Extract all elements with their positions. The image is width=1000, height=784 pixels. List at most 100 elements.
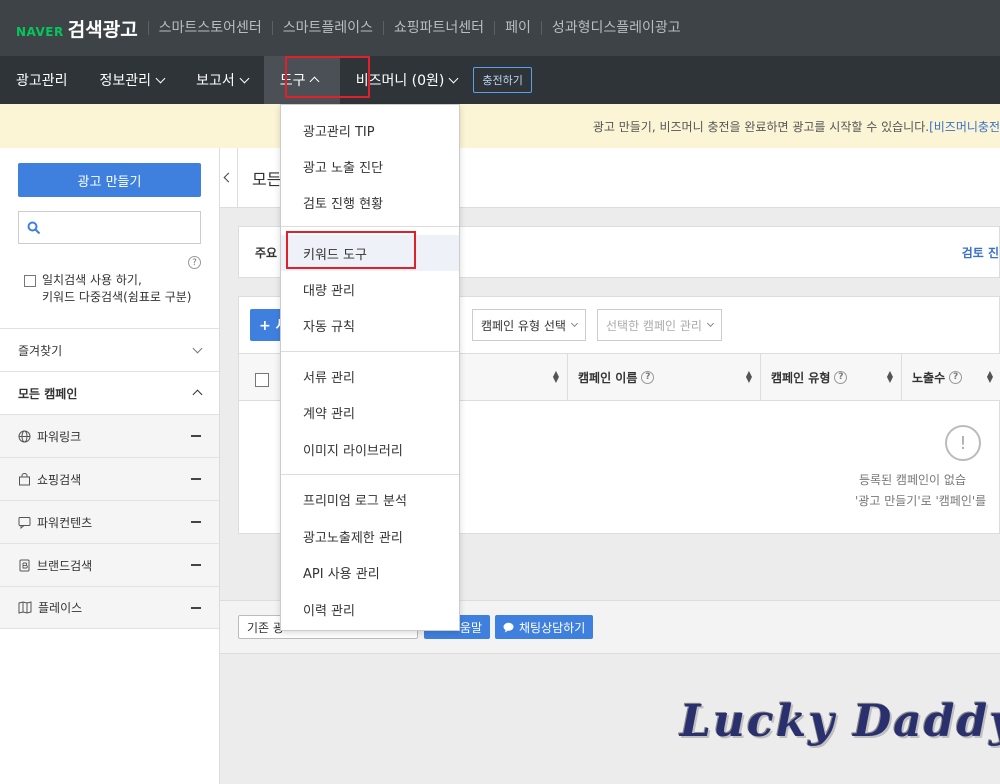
sidebar-item-label: 파워링크 [37,429,82,444]
campaign-type-select[interactable]: 캠페인 유형 선택 [472,309,586,341]
select-label: 캠페인 유형 선택 [481,318,566,333]
chevron-left-icon [223,172,234,183]
column-label: 노출수 [912,370,946,385]
top-link-display-ads[interactable]: 성과형디스플레이광고 [540,21,691,35]
chevron-up-icon [310,76,320,87]
create-ad-button[interactable]: 광고 만들기 [18,163,201,197]
search-icon [27,221,41,234]
minus-icon[interactable] [191,435,201,437]
help-icon[interactable]: ? [834,370,848,384]
menu-divider [281,474,459,475]
notice-text: 광고 만들기, 비즈머니 충전을 완료하면 광고를 시작할 수 있습니다. [592,119,930,134]
sidebar-favorites[interactable]: 즐겨찾기 [0,328,219,371]
minus-icon[interactable] [191,564,201,566]
minus-icon[interactable] [191,521,201,523]
menu-item-api-management[interactable]: API 사용 관리 [281,554,459,590]
menu-item-review-status[interactable]: 검토 진행 현황 [281,184,459,220]
exact-search-option[interactable]: 일치검색 사용 하기, 키워드 다중검색(쉼표로 구분) [24,272,191,306]
menu-item-ad-exposure-restriction[interactable]: 광고노출제한 관리 [281,518,459,554]
menu-item-ad-exposure-diagnosis[interactable]: 광고 노출 진단 [281,148,459,184]
naver-logo: NAVER [16,24,64,39]
sidebar: 광고 만들기 ? 일치검색 사용 하기, 키워드 다중검색(쉼표로 구분) 즐겨… [0,148,220,784]
menu-item-document-management[interactable]: 서류 관리 [281,358,459,394]
chevron-down-icon [570,319,578,328]
menu-reports[interactable]: 보고서 [180,56,264,104]
summary-label: 주요 [255,245,278,260]
brand-title: 검색광고 [67,18,138,41]
sidebar-item-label: 플레이스 [38,601,83,615]
top-link-pay[interactable]: 페이 [494,21,541,35]
sidebar-item-label: 파워컨텐츠 [37,515,93,530]
sidebar-item-label: 쇼핑검색 [37,472,82,487]
button-label: 기존 광 [247,620,284,635]
menu-tools[interactable]: 도구 [263,56,340,104]
top-link-smartplace[interactable]: 스마트플레이스 [271,21,383,35]
menu-item-contract-management[interactable]: 계약 관리 [281,394,459,430]
chat-icon [503,622,514,632]
help-icon[interactable]: ? [949,370,963,384]
menu-label: 보고서 [196,73,235,89]
minus-icon[interactable] [191,606,201,609]
minus-icon[interactable] [191,478,201,480]
sort-icon: ▲ ▼ [886,369,893,384]
help-icon[interactable]: ? [188,256,201,269]
menu-item-keyword-tool[interactable]: 키워드 도구 [281,235,459,271]
sidebar-item-label: 브랜드검색 [37,558,93,573]
sort-icon: ▲ ▼ [986,369,993,384]
top-link-shopping-partner[interactable]: 쇼핑파트너센터 [382,21,494,35]
review-status-link[interactable]: 검토 진 [962,244,999,261]
menu-item-auto-rules[interactable]: 자동 규칙 [281,307,459,343]
sidebar-item-place[interactable]: 플레이스 [0,586,219,629]
menu-item-history-management[interactable]: 이력 관리 [281,591,459,627]
collapse-sidebar-button[interactable] [220,147,238,208]
sidebar-item-brand-search[interactable]: 브랜드검색 [0,543,219,586]
watermark-text: Lucky Daddy [680,696,1000,747]
menu-label: 정보관리 [99,73,152,89]
main-menu: 광고관리 정보관리 보고서 도구 비즈머니 (0원) 충전하기 [0,56,1000,104]
select-label: 선택한 캠페인 관리 [606,318,702,333]
chevron-down-icon [155,73,166,83]
chevron-down-icon [239,73,250,83]
empty-hint: '광고 만들기'로 '캠페인'를 [855,494,987,508]
multi-search-label: 키워드 다중검색(쉼표로 구분) [42,290,192,304]
exact-search-checkbox[interactable] [24,275,36,287]
selected-campaign-manage-select[interactable]: 선택한 캠페인 관리 [597,309,722,341]
button-label: 움말 [459,620,482,635]
exclamation-icon: ! [945,425,981,461]
map-icon [18,601,32,614]
column-header-campaign-name[interactable]: 캠페인 이름? ▲ ▼ [567,354,760,400]
campaign-search-input[interactable] [18,211,201,244]
select-all-checkbox[interactable] [255,373,269,387]
brand-logo[interactable]: NAVER 검색광고 [16,15,138,42]
bizmoney-charge-link[interactable]: [비즈머니충전 [929,118,1000,135]
column-header-campaign-type[interactable]: 캠페인 유형? ▲ ▼ [760,354,901,400]
all-campaigns-label: 모든 캠페인 [18,386,78,401]
column-header-impressions[interactable]: 노출수? ▲ ▼ [901,354,1000,400]
chevron-up-icon [192,389,203,400]
exact-search-label: 일치검색 사용 하기, [42,273,142,287]
top-link-smartstore[interactable]: 스마트스토어센터 [147,21,272,35]
menu-item-bulk-management[interactable]: 대량 관리 [281,271,459,307]
chat-consult-button[interactable]: 채팅상담하기 [495,615,594,639]
sidebar-item-shopping-search[interactable]: 쇼핑검색 [0,457,219,500]
menu-info-management[interactable]: 정보관리 [84,56,181,104]
tools-dropdown-menu: 광고관리 TIP 광고 노출 진단 검토 진행 현황 키워드 도구 대량 관리 … [280,104,460,631]
menu-label: 비즈머니 (0원) [355,73,445,89]
help-icon[interactable]: ? [641,370,655,384]
menu-ad-management[interactable]: 광고관리 [0,56,84,104]
column-header-blank[interactable]: ▲ ▼ [459,354,567,400]
shopping-bag-icon [19,472,30,485]
menu-bizmoney[interactable]: 비즈머니 (0원) 충전하기 [340,56,548,104]
sidebar-all-campaigns[interactable]: 모든 캠페인 [0,371,219,414]
chevron-down-icon [448,73,459,83]
charge-button[interactable]: 충전하기 [473,67,532,93]
menu-item-ad-tip[interactable]: 광고관리 TIP [281,112,459,148]
menu-item-image-library[interactable]: 이미지 라이브러리 [281,431,459,467]
chevron-down-icon [706,319,714,328]
sidebar-item-powercontents[interactable]: 파워컨텐츠 [0,500,219,543]
empty-message: 등록된 캠페인이 없습 [859,473,966,487]
sidebar-item-powerlink[interactable]: 파워링크 [0,414,219,457]
menu-item-premium-log-analysis[interactable]: 프리미엄 로그 분석 [281,481,459,517]
chevron-down-icon [192,343,203,353]
chat-bubble-icon [18,516,31,529]
